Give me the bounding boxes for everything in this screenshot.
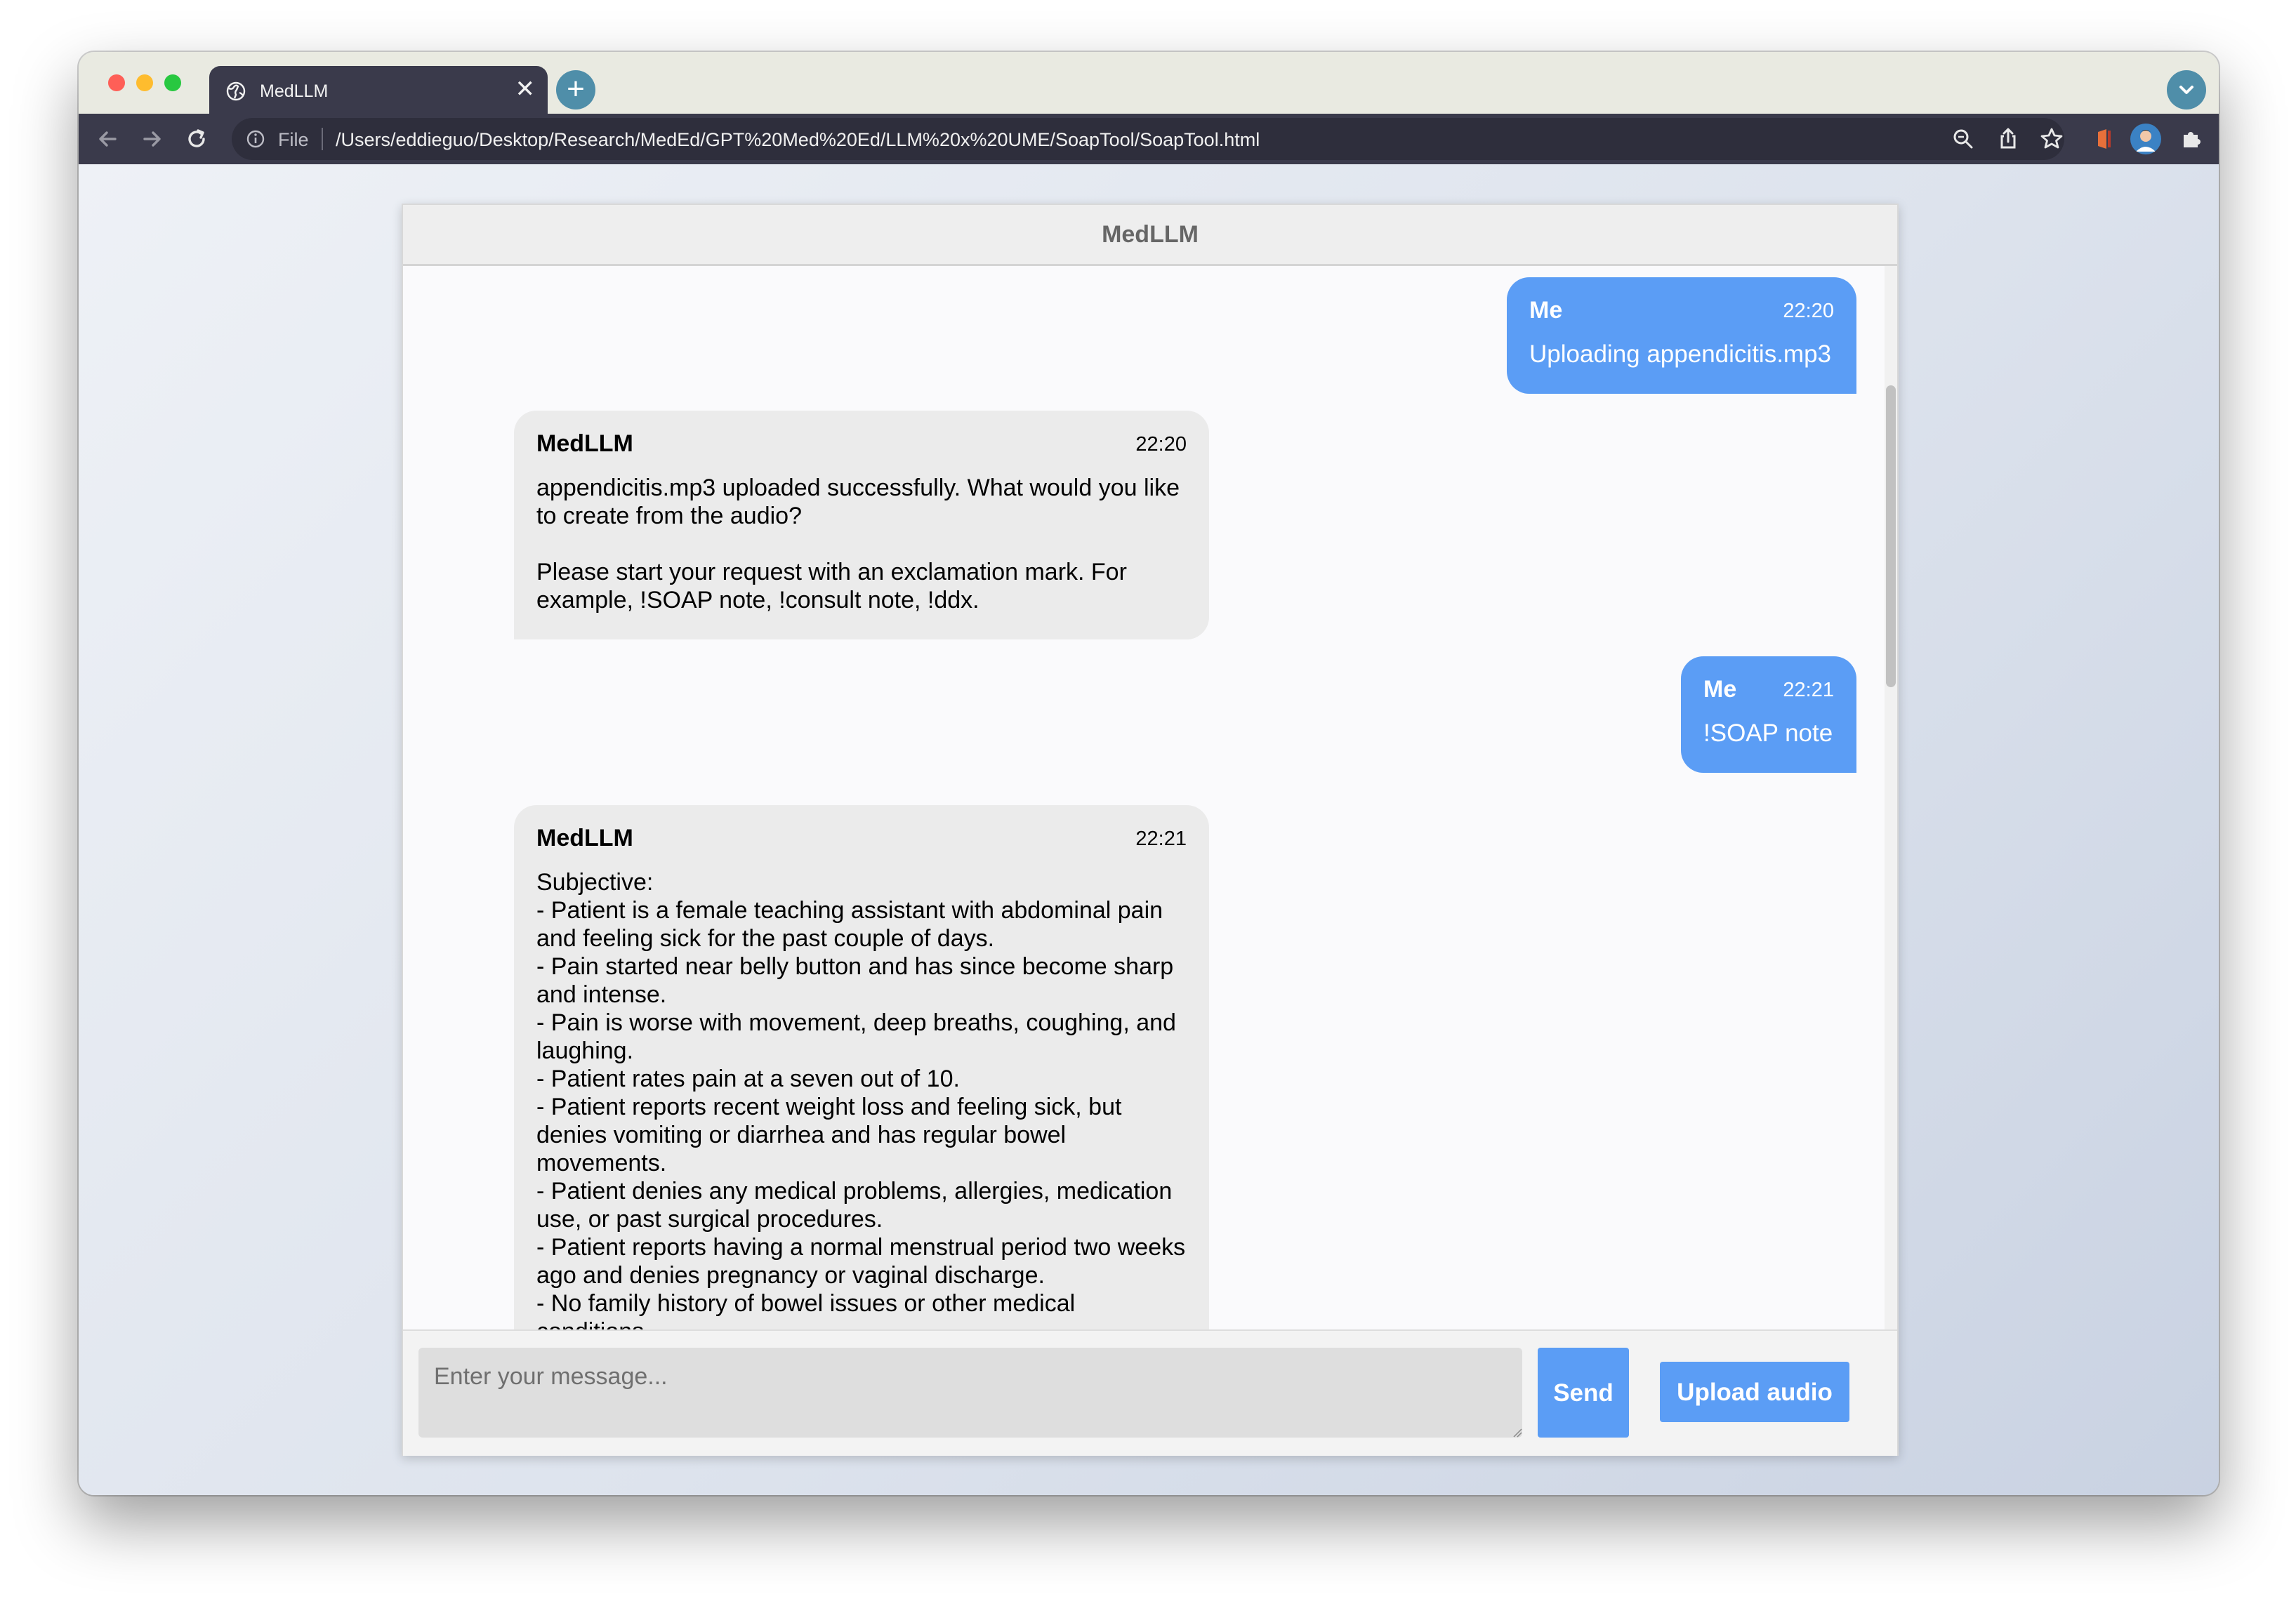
message-text: !SOAP note [1703,719,1833,747]
close-window-button[interactable] [108,74,125,91]
forward-icon[interactable] [138,125,166,153]
message-time: 22:21 [1135,828,1187,850]
globe-icon [226,81,246,101]
scrollbar-thumb[interactable] [1886,385,1896,687]
message-text: appendicitis.mp3 uploaded successfully. … [536,475,1180,613]
message-time: 22:20 [1135,433,1187,456]
info-icon[interactable] [246,129,265,149]
message-time: 22:20 [1783,300,1834,322]
minimize-window-button[interactable] [136,74,153,91]
url-text[interactable]: /Users/eddieguo/Desktop/Research/MedEd/G… [336,129,1260,151]
message-scrollbar[interactable] [1885,266,1897,1329]
chevron-down-icon [2179,86,2193,94]
extensions-puzzle-icon[interactable] [2177,125,2205,153]
browser-toolbar: File /Users/eddieguo/Desktop/Research/Me… [79,114,2219,164]
user-message: Me 22:20 Uploading appendicitis.mp3 [1507,277,1856,394]
browser-tab[interactable]: MedLLM ✕ [209,66,548,115]
tab-search-button[interactable] [2167,70,2206,110]
close-tab-icon[interactable]: ✕ [515,77,536,101]
message-text: Uploading appendicitis.mp3 [1529,340,1831,368]
new-tab-button[interactable]: + [556,70,595,110]
url-divider [322,128,323,150]
url-scheme: File [278,129,309,150]
message-sender: Me [1529,297,1563,324]
back-icon[interactable] [94,125,122,153]
upload-audio-button[interactable]: Upload audio [1660,1362,1849,1422]
user-message: Me 22:21 !SOAP note [1681,656,1856,773]
resize-grip-icon[interactable] [1512,1428,1522,1438]
composer: Send Upload audio [403,1329,1897,1456]
profile-avatar-icon[interactable] [2130,124,2161,154]
message-sender: MedLLM [536,430,633,457]
address-bar[interactable]: File /Users/eddieguo/Desktop/Research/Me… [232,118,2064,160]
message-list[interactable]: Me 22:20 Uploading appendicitis.mp3 MedL… [403,266,1897,1329]
assistant-message: MedLLM 22:21 Subjective: - Patient is a … [514,805,1209,1329]
extension-flag-icon[interactable] [2090,125,2118,153]
assistant-message: MedLLM 22:20 appendicitis.mp3 uploaded s… [514,411,1209,639]
message-sender: MedLLM [536,825,633,851]
maximize-window-button[interactable] [164,74,181,91]
browser-window: MedLLM ✕ + File /Users/eddieguo/Desktop/… [79,52,2219,1495]
reload-icon[interactable] [183,125,211,153]
message-text: Subjective: - Patient is a female teachi… [536,869,1186,1329]
send-button[interactable]: Send [1538,1348,1629,1438]
share-icon[interactable] [1994,125,2022,153]
message-input[interactable] [418,1348,1522,1438]
tab-strip: MedLLM ✕ + [79,52,2219,115]
page-viewport: MedLLM Me 22:20 Uploading appendicitis.m… [79,164,2219,1495]
chat-container: MedLLM Me 22:20 Uploading appendicitis.m… [402,204,1899,1456]
bookmark-star-icon[interactable] [2038,125,2066,153]
chat-title: MedLLM [403,205,1897,266]
tab-title: MedLLM [260,81,329,101]
zoom-icon[interactable] [1949,125,1977,153]
message-time: 22:21 [1783,679,1834,701]
message-sender: Me [1703,676,1737,703]
